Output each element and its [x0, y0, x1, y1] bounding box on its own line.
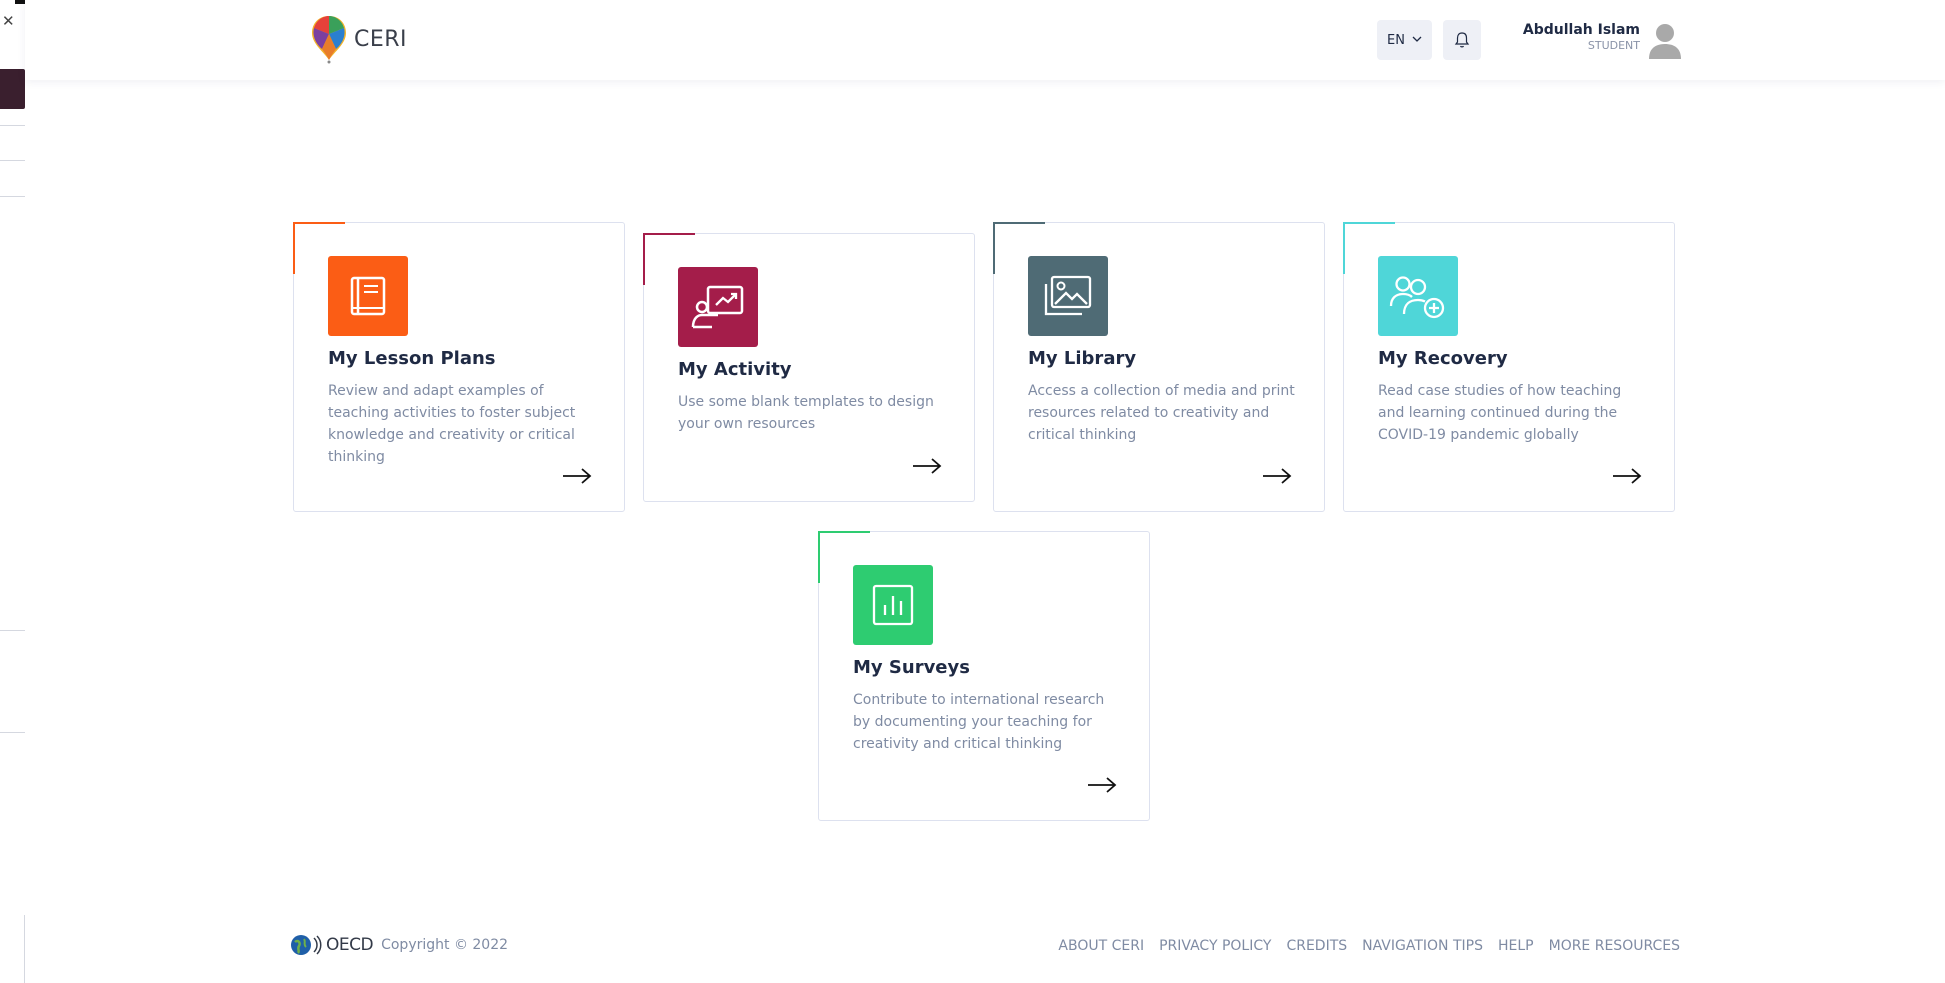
chevron-down-icon: [1412, 35, 1422, 46]
card-description: Review and adapt examples of teaching ac…: [328, 383, 576, 465]
arrow-right-icon[interactable]: [1262, 467, 1292, 485]
images-icon: [1028, 256, 1108, 336]
notifications-button[interactable]: [1443, 20, 1481, 60]
panel-thumbnail[interactable]: [0, 69, 25, 109]
footer-brand: OECD Copyright © 2022: [290, 934, 508, 956]
footer-link-more-resources[interactable]: MORE RESOURCES: [1549, 938, 1680, 954]
language-selector[interactable]: EN: [1377, 20, 1432, 60]
footer-link-navigation-tips[interactable]: NAVIGATION TIPS: [1362, 938, 1483, 954]
footer-links: ABOUT CERI PRIVACY POLICY CREDITS NAVIGA…: [1058, 938, 1680, 954]
divider: [0, 630, 25, 631]
logo-balloon-icon: [312, 16, 346, 64]
oecd-globe-icon: [291, 935, 311, 955]
card-my-activity[interactable]: My Activity Use some blank templates to …: [643, 233, 975, 502]
arrow-right-icon[interactable]: [562, 467, 592, 485]
bell-icon: [1454, 32, 1470, 48]
avatar[interactable]: [1648, 22, 1682, 60]
user-role: STUDENT: [1587, 39, 1640, 52]
language-label: EN: [1387, 32, 1405, 48]
oecd-logo-text: OECD: [326, 935, 374, 955]
divider: [0, 732, 25, 733]
top-header: CERI EN Abdullah Islam STUDENT: [25, 0, 1945, 80]
close-icon[interactable]: ✕: [2, 12, 15, 30]
card-my-recovery[interactable]: My Recovery Read case studies of how tea…: [1343, 222, 1675, 512]
panel-top-bar: [15, 0, 25, 4]
arrow-right-icon[interactable]: [912, 457, 942, 475]
ceri-logo[interactable]: CERI: [310, 14, 407, 64]
divider: [24, 915, 25, 983]
card-title: My Lesson Plans: [328, 348, 496, 369]
logo-text: CERI: [354, 26, 408, 52]
users-plus-icon: [1378, 256, 1458, 336]
book-icon: [328, 256, 408, 336]
card-title: My Surveys: [853, 657, 970, 678]
divider: [0, 125, 25, 126]
card-my-lesson-plans[interactable]: My Lesson Plans Review and adapt example…: [293, 222, 625, 512]
side-panel-edge: ✕: [0, 0, 25, 983]
divider: [0, 196, 25, 197]
footer-link-about-ceri[interactable]: ABOUT CERI: [1058, 938, 1144, 954]
card-my-library[interactable]: My Library Access a collection of media …: [993, 222, 1325, 512]
arrow-right-icon[interactable]: [1612, 467, 1642, 485]
card-title: My Recovery: [1378, 348, 1508, 369]
user-info[interactable]: Abdullah Islam STUDENT: [1505, 22, 1640, 52]
card-description: Contribute to international research by …: [853, 692, 1105, 752]
arrow-right-icon[interactable]: [1087, 776, 1117, 794]
card-description: Read case studies of how teaching and le…: [1378, 383, 1622, 443]
footer-link-help[interactable]: HELP: [1498, 938, 1534, 954]
divider: [0, 160, 25, 161]
card-description: Use some blank templates to design your …: [678, 394, 934, 432]
footer-link-privacy-policy[interactable]: PRIVACY POLICY: [1159, 938, 1271, 954]
oecd-arcs-icon: [313, 935, 322, 955]
presentation-icon: [678, 267, 758, 347]
card-title: My Library: [1028, 348, 1137, 369]
bar-chart-icon: [853, 565, 933, 645]
card-my-surveys[interactable]: My Surveys Contribute to international r…: [818, 531, 1150, 821]
user-name: Abdullah Islam: [1522, 22, 1640, 38]
card-description: Access a collection of media and print r…: [1028, 383, 1295, 443]
copyright-text: Copyright © 2022: [381, 937, 509, 953]
card-title: My Activity: [678, 359, 792, 380]
footer-link-credits[interactable]: CREDITS: [1286, 938, 1347, 954]
